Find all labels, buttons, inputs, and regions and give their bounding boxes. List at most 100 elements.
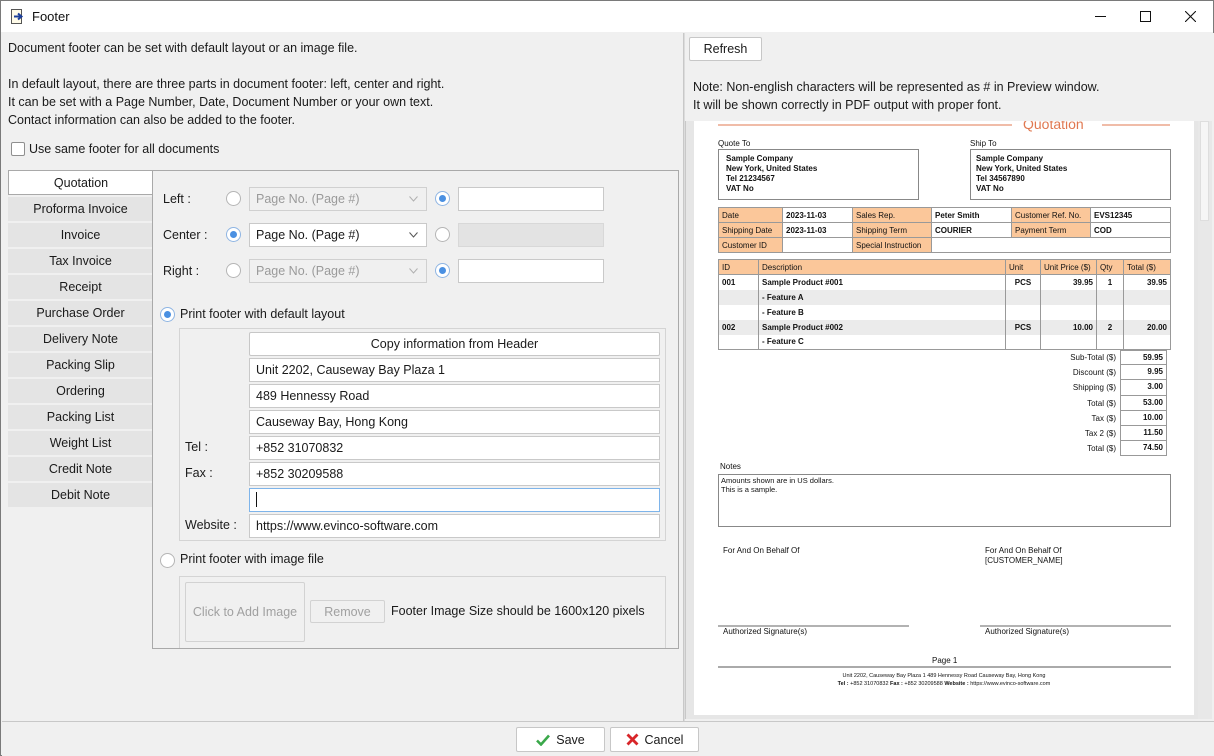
right-text-input[interactable] (458, 259, 604, 283)
same-footer-checkbox[interactable] (11, 142, 25, 156)
tab-packing-list[interactable]: Packing List (8, 405, 153, 429)
tel-input[interactable]: +852 31070832 (249, 436, 660, 460)
copy-from-header-button[interactable]: Copy information from Header (249, 332, 660, 356)
item-cell: - Feature B (758, 304, 1006, 320)
total-label: Tax ($) (1091, 413, 1116, 423)
settings-panel: Document footer can be set with default … (2, 33, 683, 721)
close-button[interactable] (1167, 1, 1213, 32)
behalf-right: For And On Behalf Of (985, 546, 1062, 555)
item-cell: - Feature A (758, 289, 1006, 305)
website-input[interactable]: https://www.evinco-software.com (249, 514, 660, 538)
item-cell (718, 334, 759, 350)
totals-block: Sub-Total ($) 59.95 Discount ($) 9.95 Ship… (1020, 350, 1167, 457)
center-text-input[interactable] (458, 223, 604, 247)
tab-tax-invoice[interactable]: Tax Invoice (8, 249, 153, 273)
maximize-button[interactable] (1122, 1, 1168, 32)
same-footer-label[interactable]: Use same footer for all documents (29, 140, 219, 158)
item-cell (1040, 289, 1097, 305)
address-line-1-input[interactable]: Unit 2202, Causeway Bay Plaza 1 (249, 358, 660, 382)
info-key: Customer ID (718, 237, 783, 253)
left-select-radio[interactable] (226, 191, 241, 206)
left-select[interactable]: Page No. (Page #) (249, 187, 427, 211)
total-row: Total ($) 74.50 (1020, 441, 1167, 457)
right-select-radio[interactable] (226, 263, 241, 278)
extra-info-input[interactable] (249, 488, 660, 512)
image-layout-label[interactable]: Print footer with image file (180, 552, 324, 566)
quote-to-line: Tel 21234567 (726, 174, 775, 183)
quote-to-label: Quote To (718, 139, 751, 148)
address-line-2-input[interactable]: 489 Hennessy Road (249, 384, 660, 408)
intro-text: Document footer can be set with default … (8, 41, 358, 55)
footer-fax: +852 30209588 (904, 681, 943, 687)
footer-fax-label: Fax : (890, 681, 903, 687)
item-cell (1096, 304, 1124, 320)
scrollbar-thumb[interactable] (1200, 121, 1209, 221)
left-text-input[interactable] (458, 187, 604, 211)
right-label: Right : (163, 264, 200, 278)
preview-page: Quotation Quote To Sample Company New Yo… (694, 121, 1194, 715)
tab-debit-note[interactable]: Debit Note (8, 483, 153, 507)
tab-credit-note[interactable]: Credit Note (8, 457, 153, 481)
chevron-down-icon (409, 268, 418, 274)
info-row: Shipping Date 2023-11-03 Shipping Term C… (718, 222, 1171, 238)
left-select-value: Page No. (Page #) (256, 192, 360, 206)
cross-icon (626, 733, 639, 746)
document-tabs: Quotation Proforma Invoice Invoice Tax I… (8, 170, 153, 509)
address-line-3-input[interactable]: Causeway Bay, Hong Kong (249, 410, 660, 434)
tab-weight-list[interactable]: Weight List (8, 431, 153, 455)
intro-text: In default layout, there are three parts… (8, 77, 445, 91)
item-cell (1123, 334, 1171, 350)
ship-to-line: VAT No (976, 184, 1004, 193)
total-row: Discount ($) 9.95 (1020, 365, 1167, 381)
tab-proforma-invoice[interactable]: Proforma Invoice (8, 197, 153, 221)
minimize-button[interactable] (1077, 1, 1123, 32)
item-cell (1040, 334, 1097, 350)
fax-label: Fax : (185, 466, 213, 480)
column-header: Unit (1005, 259, 1041, 275)
refresh-button[interactable]: Refresh (689, 37, 762, 61)
preview-scrollbar[interactable] (1198, 121, 1212, 719)
save-button[interactable]: Save (516, 727, 605, 752)
remove-image-button[interactable]: Remove (310, 600, 385, 623)
info-key: Sales Rep. (852, 207, 932, 223)
right-select[interactable]: Page No. (Page #) (249, 259, 427, 283)
image-layout-radio[interactable] (160, 553, 175, 568)
preview-note: Note: Non-english characters will be rep… (693, 80, 1100, 94)
footer-dialog: Footer Document footer can be set with d… (0, 0, 1214, 756)
tab-quotation[interactable]: Quotation (8, 170, 153, 195)
add-image-button[interactable]: Click to Add Image (185, 582, 305, 642)
item-cell (1096, 334, 1124, 350)
tab-ordering[interactable]: Ordering (8, 379, 153, 403)
intro-text: It can be set with a Page Number, Date, … (8, 95, 434, 109)
fax-input[interactable]: +852 30209588 (249, 462, 660, 486)
item-cell (1005, 304, 1041, 320)
tab-receipt[interactable]: Receipt (8, 275, 153, 299)
default-layout-radio[interactable] (160, 307, 175, 322)
item-row: - Feature B (718, 304, 1171, 320)
preview-panel: Refresh Note: Non-english characters wil… (685, 33, 1214, 721)
center-select-radio[interactable] (226, 227, 241, 242)
total-value: 9.95 (1120, 365, 1167, 381)
title-bar: Footer (1, 1, 1213, 32)
notes-label: Notes (720, 462, 741, 471)
tab-purchase-order[interactable]: Purchase Order (8, 301, 153, 325)
preview-note: It will be shown correctly in PDF output… (693, 98, 1002, 112)
tab-delivery-note[interactable]: Delivery Note (8, 327, 153, 351)
item-cell (718, 304, 759, 320)
center-select[interactable]: Page No. (Page #) (249, 223, 427, 247)
center-text-radio[interactable] (435, 227, 450, 242)
right-text-radio[interactable] (435, 263, 450, 278)
info-value (782, 237, 853, 253)
tab-packing-slip[interactable]: Packing Slip (8, 353, 153, 377)
info-key: Payment Term (1011, 222, 1091, 238)
info-value: COD (1090, 222, 1171, 238)
left-text-radio[interactable] (435, 191, 450, 206)
default-layout-label[interactable]: Print footer with default layout (180, 307, 345, 321)
signature-label-left: Authorized Signature(s) (723, 627, 808, 636)
cancel-button[interactable]: Cancel (610, 727, 699, 752)
total-row: Total ($) 53.00 (1020, 395, 1167, 411)
total-label: Total ($) (1087, 444, 1116, 454)
footer-address: Unit 2202, Causeway Bay Plaza 1 489 Henn… (842, 673, 1046, 679)
tab-invoice[interactable]: Invoice (8, 223, 153, 247)
tel-label: Tel : (185, 440, 208, 454)
